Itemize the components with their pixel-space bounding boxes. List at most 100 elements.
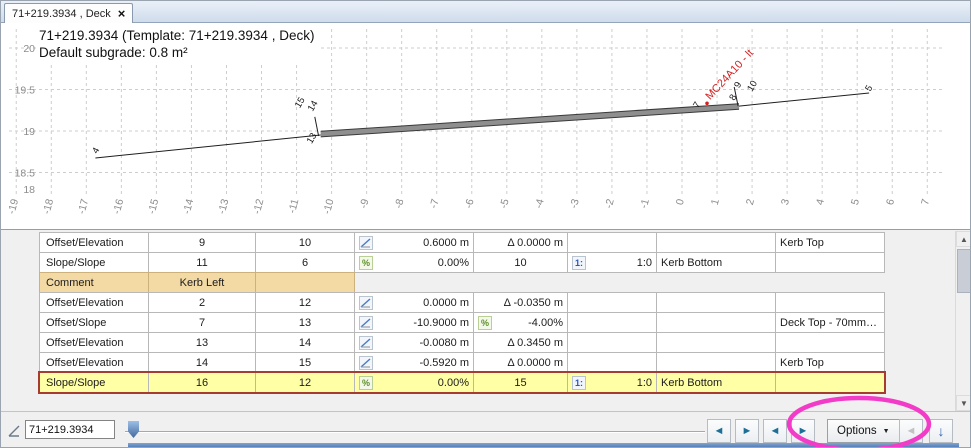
y-axis-label: 18.5 (15, 168, 36, 180)
table-cell[interactable]: % 0.00% (354, 252, 474, 273)
slope-icon (359, 355, 373, 370)
table-cell[interactable]: 1: 1:0 (567, 372, 657, 393)
table-cell[interactable]: Kerb Bottom (656, 372, 776, 393)
step-forward-button[interactable]: ► (735, 419, 759, 443)
y-axis-label: 18 (23, 184, 35, 196)
x-axis-label: -2 (603, 198, 617, 210)
section-line-approach-right (738, 92, 870, 107)
section-line-approach-left (95, 134, 321, 159)
table-cell[interactable]: 15 (473, 372, 568, 393)
scroll-down-button[interactable]: ▼ (956, 395, 970, 411)
table-cell[interactable]: 10 (473, 252, 568, 273)
x-axis-label: -14 (181, 198, 197, 216)
row-type-cell[interactable]: Comment (39, 272, 149, 293)
table-cell[interactable] (656, 332, 776, 353)
apply-down-button[interactable]: ↓ (929, 419, 953, 443)
x-axis-label: -8 (393, 198, 407, 210)
table-cell[interactable]: -0.0080 m (354, 332, 474, 353)
table-cell[interactable]: 9 (148, 232, 256, 253)
step-back-button[interactable]: ◄ (707, 419, 731, 443)
station-input[interactable] (25, 420, 115, 439)
table-cell[interactable]: 0.6000 m (354, 232, 474, 253)
x-axis-label: -3 (568, 198, 582, 210)
close-icon[interactable]: × (118, 7, 126, 20)
table-cell[interactable]: % -4.00% (473, 312, 568, 333)
table-cell[interactable] (567, 352, 657, 373)
station-slider-thumb[interactable] (128, 421, 139, 438)
table-cell[interactable]: 13 (148, 332, 256, 353)
table-cell[interactable]: Kerb Top (775, 232, 885, 253)
scroll-up-button[interactable]: ▲ (956, 231, 970, 247)
x-axis-label: 7 (919, 198, 932, 207)
station-slider-track[interactable] (125, 431, 705, 433)
table-row: Offset/Slope 7 13 -10.9000 m % -4.00% Deck Top… (39, 312, 885, 333)
row-type-cell[interactable]: Offset/Slope (39, 312, 149, 333)
table-cell[interactable]: Kerb Bottom (656, 252, 776, 273)
table-cell[interactable] (567, 332, 657, 353)
table-cell[interactable]: -0.5920 m (354, 352, 474, 373)
slope-icon (359, 335, 373, 350)
row-type-cell[interactable]: Offset/Elevation (39, 292, 149, 313)
chart-title-block: 71+219.3934 (Template: 71+219.3934 , Dec… (37, 25, 321, 64)
table-cell[interactable]: Δ 0.0000 m (473, 232, 568, 253)
cross-section-view[interactable]: -19 -18 -17 -16 -15 -14 -13 -12 -11 -10 -9 -8 -7 -6 -5… (1, 23, 970, 229)
table-cell[interactable]: Deck Top - 70mm… (775, 312, 885, 333)
table-cell[interactable] (567, 232, 657, 253)
table-cell[interactable]: 6 (255, 252, 355, 273)
cell-value: -10.9000 m (413, 316, 469, 329)
row-type-cell[interactable]: Slope/Slope (39, 252, 149, 273)
table-cell[interactable]: 12 (255, 372, 355, 393)
table-cell[interactable]: % 0.00% (354, 372, 474, 393)
row-type-cell[interactable]: Offset/Elevation (39, 332, 149, 353)
table-cell[interactable] (775, 332, 885, 353)
table-cell[interactable] (255, 272, 355, 293)
extra-button-group: ◄ ↓ (899, 419, 953, 443)
table-cell[interactable]: Kerb Top (775, 352, 885, 373)
table-cell[interactable] (775, 292, 885, 313)
x-axis-label: -15 (146, 198, 162, 216)
table-cell[interactable] (656, 312, 776, 333)
vertical-scrollbar[interactable]: ▲ ▼ (955, 231, 970, 411)
options-button[interactable]: Options ▼ (827, 419, 900, 443)
table-cell[interactable]: 2 (148, 292, 256, 313)
table-cell[interactable]: 0.0000 m (354, 292, 474, 313)
table-cell[interactable] (775, 252, 885, 273)
x-axis-label: 0 (674, 198, 687, 207)
row-type-cell[interactable]: Offset/Elevation (39, 352, 149, 373)
tab-cross-section[interactable]: 71+219.3934 , Deck × (4, 3, 134, 23)
cell-value: -0.0080 m (419, 336, 469, 349)
table-row: Offset/Elevation 9 10 0.6000 m Δ 0.0000 m Ker… (39, 232, 885, 253)
table-cell[interactable]: 12 (255, 292, 355, 313)
table-cell[interactable]: 1: 1:0 (567, 252, 657, 273)
table-cell[interactable]: Kerb Left (148, 272, 256, 293)
table-cell[interactable]: 14 (148, 352, 256, 373)
undo-button[interactable]: ◄ (899, 419, 923, 443)
table-cell[interactable] (567, 312, 657, 333)
table-cell[interactable]: Δ 0.3450 m (473, 332, 568, 353)
table-cell[interactable]: -10.9000 m (354, 312, 474, 333)
x-axis-label: -7 (428, 198, 442, 210)
prev-section-button[interactable]: ◄ (763, 419, 787, 443)
table-cell[interactable] (567, 292, 657, 313)
scrollbar-thumb[interactable] (957, 249, 970, 293)
table-cell[interactable] (656, 232, 776, 253)
table-cell[interactable]: 7 (148, 312, 256, 333)
row-type-cell[interactable]: Offset/Elevation (39, 232, 149, 253)
row-type-cell[interactable]: Slope/Slope (39, 372, 149, 393)
tab-label: 71+219.3934 , Deck (12, 7, 111, 20)
next-section-button[interactable]: ► (791, 419, 815, 443)
table-cell[interactable]: 16 (148, 372, 256, 393)
table-cell[interactable] (656, 292, 776, 313)
table-cell[interactable]: 10 (255, 232, 355, 253)
table-cell[interactable] (656, 352, 776, 373)
table-cell[interactable]: Δ 0.0000 m (473, 352, 568, 373)
x-axis-label: -17 (76, 198, 92, 216)
options-label: Options (837, 425, 877, 437)
chevron-down-icon: ▼ (882, 427, 890, 435)
table-cell[interactable] (775, 372, 885, 393)
table-cell[interactable]: 11 (148, 252, 256, 273)
table-cell[interactable]: 13 (255, 312, 355, 333)
table-cell[interactable]: Δ -0.0350 m (473, 292, 568, 313)
table-cell[interactable]: 15 (255, 352, 355, 373)
table-cell[interactable]: 14 (255, 332, 355, 353)
